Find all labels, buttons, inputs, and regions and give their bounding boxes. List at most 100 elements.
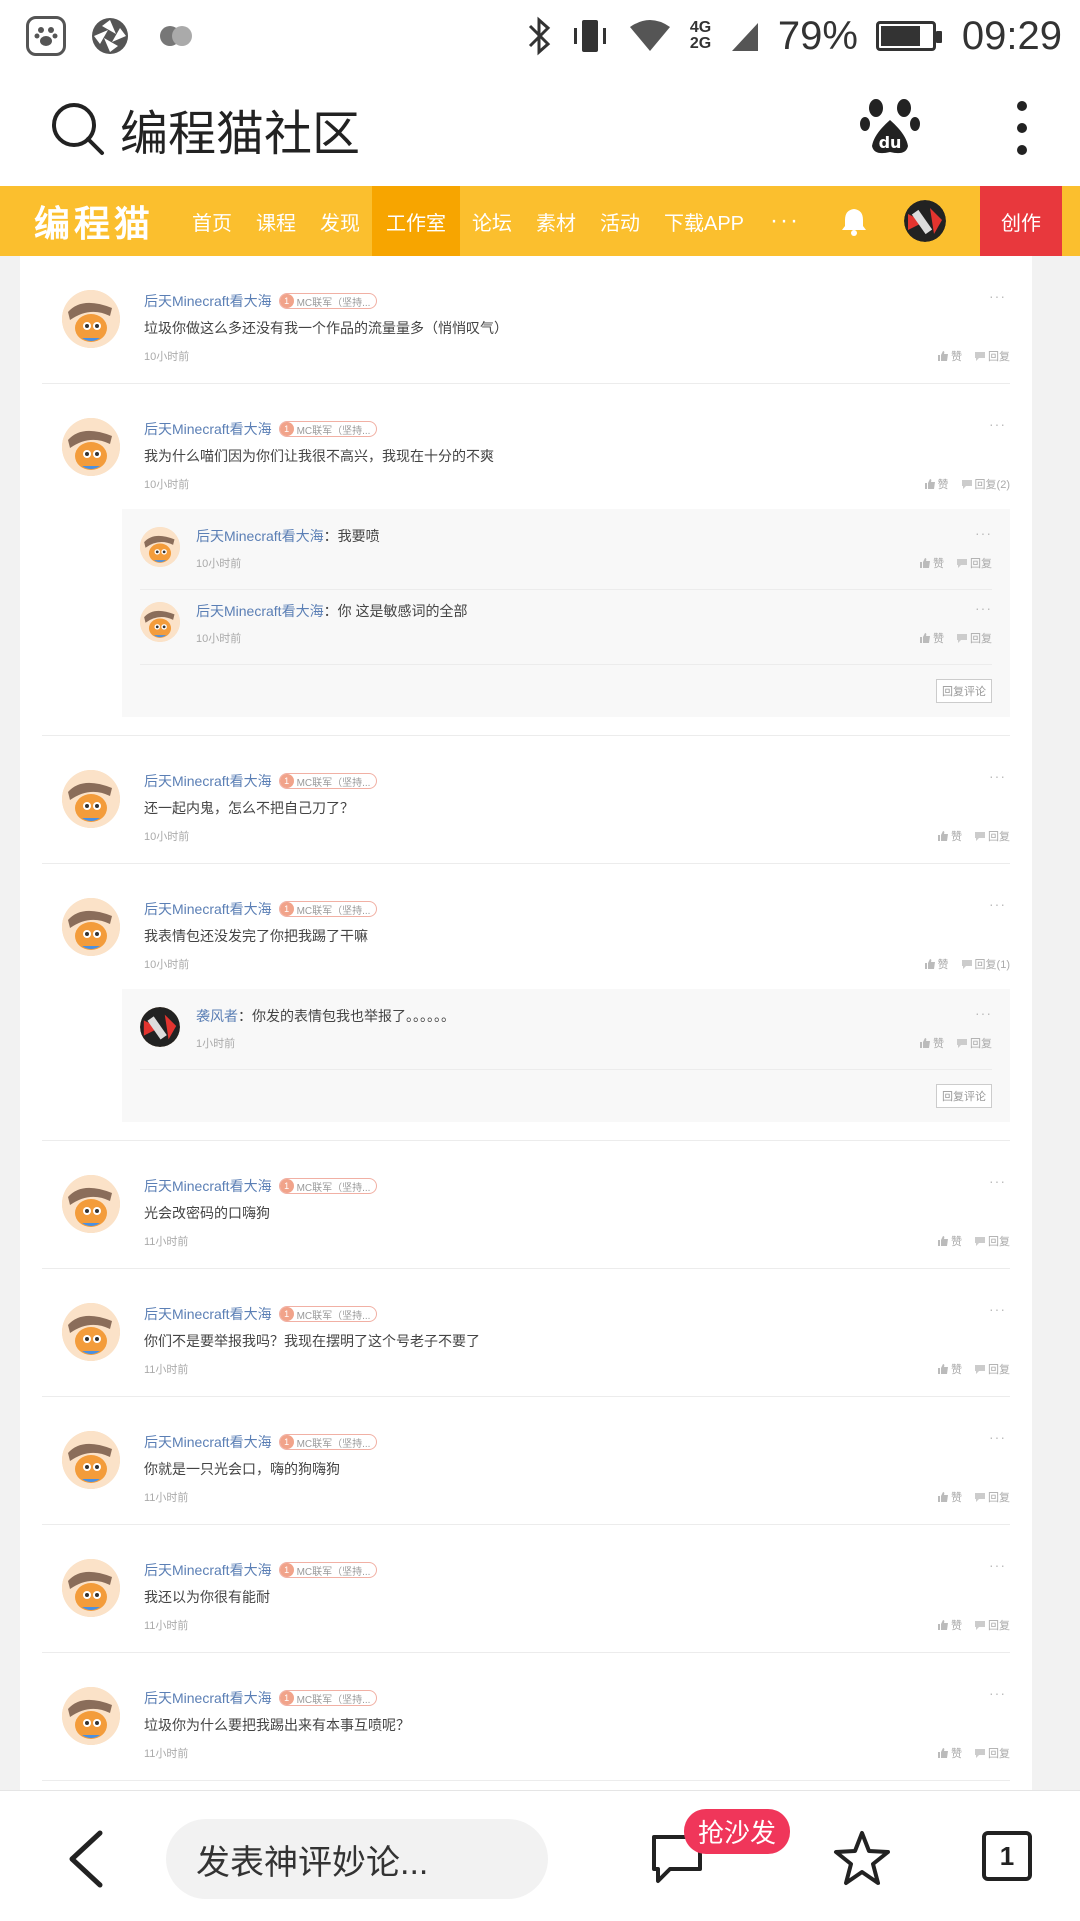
nav-item-studio[interactable]: 工作室 <box>372 186 460 256</box>
username-link[interactable]: 后天Minecraft看大海 <box>196 528 324 544</box>
username-link[interactable]: 后天Minecraft看大海 <box>144 1304 272 1324</box>
comment-input[interactable]: 发表神评妙论... <box>166 1819 548 1899</box>
username-link[interactable]: 后天Minecraft看大海 <box>144 1432 272 1452</box>
more-options-button[interactable]: ··· <box>989 288 1006 304</box>
nav-more[interactable]: ··· <box>756 207 814 235</box>
username-link[interactable]: 袭风者 <box>196 1008 238 1024</box>
comment-footer: 10小时前 赞 回复(1) <box>144 955 1010 973</box>
avatar[interactable] <box>140 602 180 642</box>
username-link[interactable]: 后天Minecraft看大海 <box>144 1176 272 1196</box>
avatar[interactable] <box>62 770 120 828</box>
more-options-button[interactable]: ··· <box>989 896 1006 912</box>
like-button[interactable]: 赞 <box>937 1617 962 1633</box>
comment-spacer <box>42 1634 1010 1652</box>
more-options-button[interactable]: ··· <box>989 1173 1006 1189</box>
like-button[interactable]: 赞 <box>937 828 962 844</box>
avatar[interactable] <box>62 898 120 956</box>
nav-item-courses[interactable]: 课程 <box>244 186 308 256</box>
comment-text: 垃圾你做这么多还没有我一个作品的流量量多（悄悄叹气） <box>144 320 508 336</box>
site-nav: 编程猫 首页 课程 发现 工作室 论坛 素材 活动 下载APP ··· 创作 <box>0 186 1080 256</box>
reply-button[interactable]: 回复 <box>974 1489 1010 1505</box>
tabs-count-icon[interactable]: 1 <box>982 1831 1032 1881</box>
nav-item-discover[interactable]: 发现 <box>308 186 372 256</box>
wifi-icon <box>629 20 670 51</box>
avatar[interactable] <box>140 527 180 567</box>
more-options-button[interactable]: ··· <box>989 1685 1006 1701</box>
reply-button[interactable]: 回复 <box>956 1035 992 1051</box>
reply-button[interactable]: 回复(2) <box>961 476 1010 492</box>
nav-item-download-app[interactable]: 下载APP <box>652 186 756 256</box>
site-logo[interactable]: 编程猫 <box>34 195 180 247</box>
reply-button[interactable]: 回复 <box>956 630 992 646</box>
avatar[interactable] <box>62 1559 120 1617</box>
nav-item-assets[interactable]: 素材 <box>524 186 588 256</box>
username-link[interactable]: 后天Minecraft看大海 <box>144 899 272 919</box>
nav-item-events[interactable]: 活动 <box>588 186 652 256</box>
comment-body: 后天Minecraft看大海 1 MC联军（坚持... 还一起内鬼，怎么不把自己刀了？… <box>144 736 1010 845</box>
badge-text: MC联军（坚持... <box>296 1694 371 1706</box>
like-button[interactable]: 赞 <box>919 1035 944 1051</box>
more-options-button[interactable]: ··· <box>989 1429 1006 1445</box>
page-title[interactable]: 编程猫社区 <box>120 94 360 164</box>
reply-button[interactable]: 回复 <box>974 1233 1010 1249</box>
like-button[interactable]: 赞 <box>937 1233 962 1249</box>
more-options-button[interactable]: ··· <box>989 768 1006 784</box>
comment-time: 10小时前 <box>144 479 190 491</box>
like-button[interactable]: 赞 <box>937 1361 962 1377</box>
avatar[interactable] <box>140 1007 180 1047</box>
like-button[interactable]: 赞 <box>924 956 949 972</box>
baidu-paw-icon[interactable]: du <box>860 94 920 158</box>
avatar[interactable] <box>62 1431 120 1489</box>
badge-text: MC联军（坚持... <box>296 905 371 917</box>
more-options-button[interactable]: ··· <box>989 1557 1006 1573</box>
search-icon[interactable] <box>48 99 108 159</box>
reply-button[interactable]: 回复 <box>974 1745 1010 1761</box>
like-button[interactable]: 赞 <box>937 1745 962 1761</box>
username-link[interactable]: 后天Minecraft看大海 <box>144 771 272 791</box>
reply-button[interactable]: 回复 <box>974 1617 1010 1633</box>
star-icon[interactable] <box>832 1829 892 1889</box>
reply-button[interactable]: 回复 <box>974 1361 1010 1377</box>
reply-text-line: 后天Minecraft看大海：你 这是敏感词的全部 <box>196 602 992 620</box>
avatar[interactable] <box>62 290 120 348</box>
back-icon[interactable] <box>62 1829 112 1889</box>
reply-button[interactable]: 回复 <box>956 555 992 571</box>
username-link[interactable]: 后天Minecraft看大海 <box>144 419 272 439</box>
more-options-button[interactable]: ··· <box>975 525 992 541</box>
like-button[interactable]: 赞 <box>924 476 949 492</box>
like-button[interactable]: 赞 <box>937 348 962 364</box>
like-button[interactable]: 赞 <box>937 1489 962 1505</box>
reply-comment-button[interactable]: 回复评论 <box>936 1084 992 1108</box>
username-link[interactable]: 后天Minecraft看大海 <box>196 603 324 619</box>
more-options-button[interactable]: ··· <box>989 416 1006 432</box>
comment-body: 后天Minecraft看大海 1 MC联军（坚持... 垃圾你为什么要把我踢出来有本事… <box>144 1653 1010 1762</box>
reply-item: 袭风者：你发的表情包我也举报了。。。。。。 1小时前 赞 回复 ··· <box>140 995 992 1070</box>
vibrate-icon <box>573 20 606 52</box>
avatar[interactable] <box>62 418 120 476</box>
more-options-button[interactable]: ··· <box>975 600 992 616</box>
more-options-button[interactable]: ··· <box>975 1005 992 1021</box>
reply-button[interactable]: 回复(1) <box>961 956 1010 972</box>
comment-header: 后天Minecraft看大海 1 MC联军（坚持... <box>144 1431 1010 1453</box>
nav-item-home[interactable]: 首页 <box>180 186 244 256</box>
avatar[interactable] <box>62 1687 120 1745</box>
username-link[interactable]: 后天Minecraft看大海 <box>144 291 272 311</box>
nav-user-avatar[interactable] <box>904 200 947 242</box>
username-link[interactable]: 后天Minecraft看大海 <box>144 1688 272 1708</box>
bell-icon[interactable] <box>840 206 868 236</box>
more-options-button[interactable]: ··· <box>989 1301 1006 1317</box>
reply-label: 回复 <box>988 1748 1010 1760</box>
reply-button[interactable]: 回复 <box>974 348 1010 364</box>
avatar[interactable] <box>62 1303 120 1361</box>
reply-comment-button[interactable]: 回复评论 <box>936 679 992 703</box>
like-button[interactable]: 赞 <box>919 555 944 571</box>
username-link[interactable]: 后天Minecraft看大海 <box>144 1560 272 1580</box>
create-button[interactable]: 创作 <box>980 186 1063 256</box>
nav-item-forum[interactable]: 论坛 <box>460 186 524 256</box>
like-button[interactable]: 赞 <box>919 630 944 646</box>
avatar[interactable] <box>62 1175 120 1233</box>
more-menu-icon[interactable] <box>1016 98 1028 158</box>
reply-button-row: 回复评论 <box>140 665 992 703</box>
reply-button[interactable]: 回复 <box>974 828 1010 844</box>
comment-time: 11小时前 <box>144 1364 189 1376</box>
